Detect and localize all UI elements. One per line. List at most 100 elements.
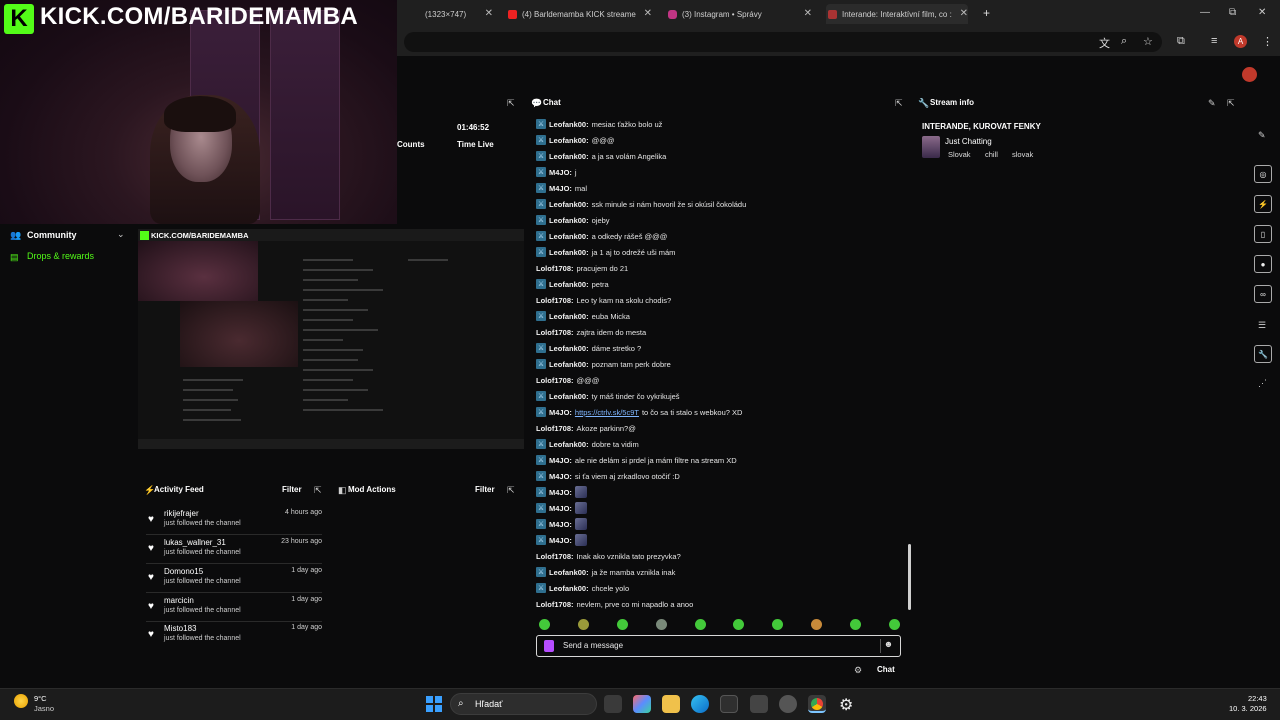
settings-gear-icon[interactable]: ⚙ xyxy=(854,665,862,676)
browser-tab-2[interactable]: (4) Barldemamba KICK streame ✕ xyxy=(508,4,652,24)
copilot-icon[interactable] xyxy=(633,695,651,713)
translate-icon[interactable]: 文 xyxy=(1099,35,1110,51)
rail-document-button[interactable]: ▯ xyxy=(1254,225,1272,243)
rail-link-button[interactable]: ∞ xyxy=(1254,285,1272,303)
sidebar-community[interactable]: Community xyxy=(27,230,77,240)
rail-list-icon[interactable]: ☰ xyxy=(1258,320,1266,331)
emote-icon[interactable] xyxy=(850,619,861,630)
chat-username[interactable]: M4JO: xyxy=(549,488,572,497)
chat-username[interactable]: Leofank00: xyxy=(549,152,589,161)
chat-scrollbar[interactable] xyxy=(908,544,911,610)
weather-sun-icon[interactable] xyxy=(14,694,28,708)
chat-username[interactable]: M4JO: xyxy=(549,520,572,529)
rail-camera-button[interactable]: ◎ xyxy=(1254,165,1272,183)
chat-username[interactable]: Leofank00: xyxy=(549,392,589,401)
menu-kebab-icon[interactable]: ⋮ xyxy=(1262,35,1273,48)
chrome-taskbar-icon[interactable] xyxy=(808,695,826,713)
zoom-icon[interactable]: ⌕ xyxy=(1121,35,1127,48)
chat-username[interactable]: Leofank00: xyxy=(549,136,589,145)
app-icon[interactable] xyxy=(750,695,768,713)
chat-username[interactable]: Leofank00: xyxy=(549,440,589,449)
settings-gear-icon[interactable]: ⚙ xyxy=(839,695,853,715)
close-tab-icon[interactable]: ✕ xyxy=(804,8,812,19)
chat-username[interactable]: Leofank00: xyxy=(549,248,589,257)
rail-lightning-button[interactable]: ⚡ xyxy=(1254,195,1272,213)
chat-username[interactable]: Lolof1708: xyxy=(536,552,574,561)
taskbar-search-input[interactable] xyxy=(450,693,597,715)
chat-username[interactable]: Lolof1708: xyxy=(536,264,574,273)
chat-username[interactable]: Leofank00: xyxy=(549,360,589,369)
reading-list-icon[interactable]: ≡ xyxy=(1211,35,1217,47)
emote-icon[interactable] xyxy=(617,619,628,630)
app-icon[interactable] xyxy=(779,695,797,713)
extensions-icon[interactable]: ⧉ xyxy=(1177,35,1185,48)
url-input[interactable] xyxy=(404,32,1162,52)
sidebar-drops-rewards[interactable]: Drops & rewards xyxy=(27,251,94,261)
windows-start-icon[interactable] xyxy=(426,696,442,712)
feed-username[interactable]: marcicin xyxy=(164,596,194,605)
chat-username[interactable]: Leofank00: xyxy=(549,568,589,577)
chat-username[interactable]: Leofank00: xyxy=(549,216,589,225)
chat-username[interactable]: M4JO: xyxy=(549,456,572,465)
edit-pencil-icon[interactable]: ✎ xyxy=(1208,98,1216,109)
emote-icon[interactable] xyxy=(733,619,744,630)
rail-wrench-button[interactable]: 🔧 xyxy=(1254,345,1272,363)
stream-tag[interactable]: chill xyxy=(985,150,998,159)
feed-username[interactable]: rikijefrajer xyxy=(164,509,199,518)
chat-link[interactable]: https://ctrlv.sk/5c9T xyxy=(575,408,639,417)
close-tab-icon[interactable]: ✕ xyxy=(485,8,493,19)
feed-username[interactable]: lukas_wallner_31 xyxy=(164,538,226,547)
stream-preview[interactable]: KICK.COM/BARIDEMAMBA xyxy=(138,229,524,449)
close-window-button[interactable]: ✕ xyxy=(1258,7,1266,18)
emote-icon[interactable] xyxy=(811,619,822,630)
stream-category[interactable]: Just Chatting xyxy=(945,137,992,146)
popout-icon[interactable]: ⇱ xyxy=(507,485,515,496)
chat-username[interactable]: M4JO: xyxy=(549,536,572,545)
stream-tag[interactable]: slovak xyxy=(1012,150,1033,159)
clock-time[interactable]: 22:43 xyxy=(1248,694,1267,703)
chat-username[interactable]: Leofank00: xyxy=(549,584,589,593)
emote-icon[interactable] xyxy=(539,619,550,630)
browser-tab-1[interactable]: (1323×747) ✕ xyxy=(425,4,493,24)
feed-username[interactable]: Misto183 xyxy=(164,624,196,633)
popout-icon[interactable]: ⇱ xyxy=(507,98,515,109)
new-tab-button[interactable]: + xyxy=(983,6,990,20)
chat-username[interactable]: Leofank00: xyxy=(549,280,589,289)
chat-username[interactable]: Lolof1708: xyxy=(536,600,574,609)
feed-username[interactable]: Domono15 xyxy=(164,567,203,576)
edge-icon[interactable] xyxy=(691,695,709,713)
bookmark-star-icon[interactable]: ☆ xyxy=(1143,35,1153,48)
chat-username[interactable]: Leofank00: xyxy=(549,344,589,353)
chat-username[interactable]: Lolof1708: xyxy=(536,328,574,337)
stream-tag[interactable]: Slovak xyxy=(948,150,971,159)
chevron-down-icon[interactable]: ⌄ xyxy=(117,229,125,240)
user-avatar[interactable] xyxy=(1242,67,1257,82)
close-tab-icon[interactable]: ✕ xyxy=(960,8,968,19)
popout-icon[interactable]: ⇱ xyxy=(314,485,322,496)
emote-icon[interactable] xyxy=(656,619,667,630)
rail-share-icon[interactable]: ⋰ xyxy=(1258,378,1267,389)
chat-username[interactable]: Leofank00: xyxy=(549,312,589,321)
popout-icon[interactable]: ⇱ xyxy=(1227,98,1235,109)
task-view-icon[interactable] xyxy=(604,695,622,713)
minimize-button[interactable]: — xyxy=(1200,7,1210,18)
microphone-icon[interactable] xyxy=(544,640,554,652)
popout-icon[interactable]: ⇱ xyxy=(895,98,903,109)
profile-avatar[interactable]: A xyxy=(1234,35,1247,48)
maximize-button[interactable]: ⧉ xyxy=(1229,7,1236,18)
emote-icon[interactable] xyxy=(772,619,783,630)
browser-tab-4[interactable]: Interande: Interaktívní film, co : ✕ xyxy=(826,4,968,24)
emote-icon[interactable] xyxy=(695,619,706,630)
send-chat-button[interactable]: Chat xyxy=(877,665,895,674)
chat-username[interactable]: M4JO: xyxy=(549,504,572,513)
chat-username[interactable]: Leofank00: xyxy=(549,200,589,209)
chat-username[interactable]: Lolof1708: xyxy=(536,424,574,433)
activity-filter-button[interactable]: Filter xyxy=(282,485,302,494)
mod-filter-button[interactable]: Filter xyxy=(475,485,495,494)
rail-chat-button[interactable]: ● xyxy=(1254,255,1272,273)
chat-username[interactable]: Leofank00: xyxy=(549,120,589,129)
browser-tab-3[interactable]: (3) Instagram • Správy ✕ xyxy=(668,4,812,24)
store-icon[interactable] xyxy=(720,695,738,713)
chat-username[interactable]: Lolof1708: xyxy=(536,376,574,385)
emoji-picker-icon[interactable]: ☻ xyxy=(880,639,896,653)
